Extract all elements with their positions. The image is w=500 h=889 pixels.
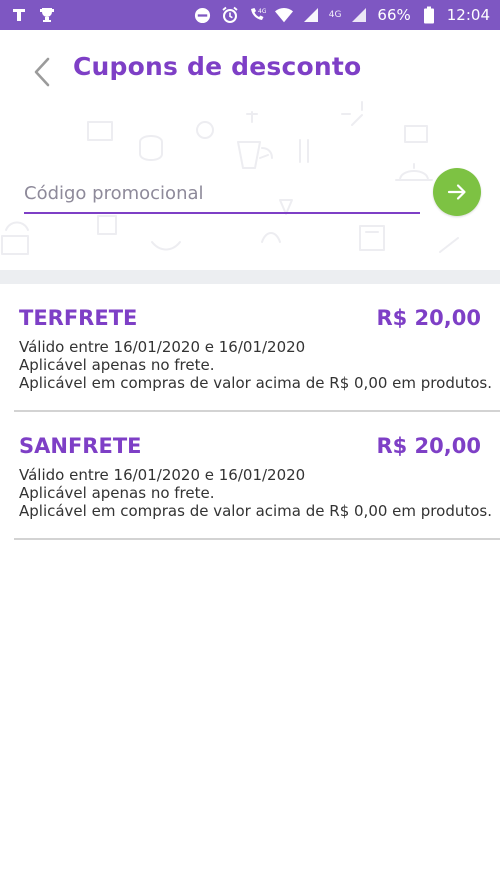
clock: 12:04 — [446, 6, 490, 24]
coupon-details: Válido entre 16/01/2020 e 16/01/2020 Apl… — [19, 338, 492, 392]
coupon-validity: Válido entre 16/01/2020 e 16/01/2020 — [19, 466, 306, 484]
divider — [14, 538, 500, 540]
coupon-scope: Aplicável apenas no frete. — [19, 356, 215, 374]
battery-icon — [420, 6, 438, 24]
coupon-item[interactable]: SANFRETE R$ 20,00 Válido entre 16/01/202… — [0, 412, 500, 540]
wifi-calling-icon: 4G — [248, 6, 266, 24]
network-type-label: 4G — [328, 10, 342, 20]
back-button[interactable] — [24, 54, 60, 90]
status-bar: 4G 4G 66% 12:04 — [0, 0, 500, 30]
coupon-item[interactable]: TERFRETE R$ 20,00 Válido entre 16/01/202… — [0, 284, 500, 412]
section-separator — [0, 270, 500, 284]
coupon-code: SANFRETE — [19, 434, 142, 458]
arrow-right-icon — [447, 184, 466, 200]
trophy-icon — [38, 6, 56, 24]
promo-code-field — [24, 178, 420, 216]
notification-app-icon — [10, 6, 28, 24]
coupon-condition: Aplicável em compras de valor acima de R… — [19, 502, 492, 520]
coupon-details: Válido entre 16/01/2020 e 16/01/2020 Apl… — [19, 466, 492, 520]
apply-promo-button[interactable] — [433, 168, 481, 216]
coupon-code: TERFRETE — [19, 306, 138, 330]
coupon-value: R$ 20,00 — [376, 434, 481, 458]
do-not-disturb-icon — [194, 6, 212, 24]
coupon-list: TERFRETE R$ 20,00 Válido entre 16/01/202… — [0, 284, 500, 540]
coupon-validity: Válido entre 16/01/2020 e 16/01/2020 — [19, 338, 306, 356]
chevron-left-icon — [34, 57, 50, 87]
header: Cupons de desconto — [0, 30, 500, 270]
coupon-value: R$ 20,00 — [376, 306, 481, 330]
promo-code-input[interactable] — [24, 178, 420, 214]
status-right: 4G 4G 66% 12:04 — [194, 6, 490, 24]
svg-text:4G: 4G — [258, 8, 266, 15]
signal-icon-1 — [302, 6, 320, 24]
battery-percent: 66% — [377, 6, 411, 24]
coupon-scope: Aplicável apenas no frete. — [19, 484, 215, 502]
wifi-icon — [274, 6, 293, 24]
signal-icon-2 — [350, 6, 368, 24]
page-title: Cupons de desconto — [73, 52, 362, 81]
alarm-icon — [221, 6, 239, 24]
coupon-condition: Aplicável em compras de valor acima de R… — [19, 374, 492, 392]
status-left — [10, 6, 56, 24]
